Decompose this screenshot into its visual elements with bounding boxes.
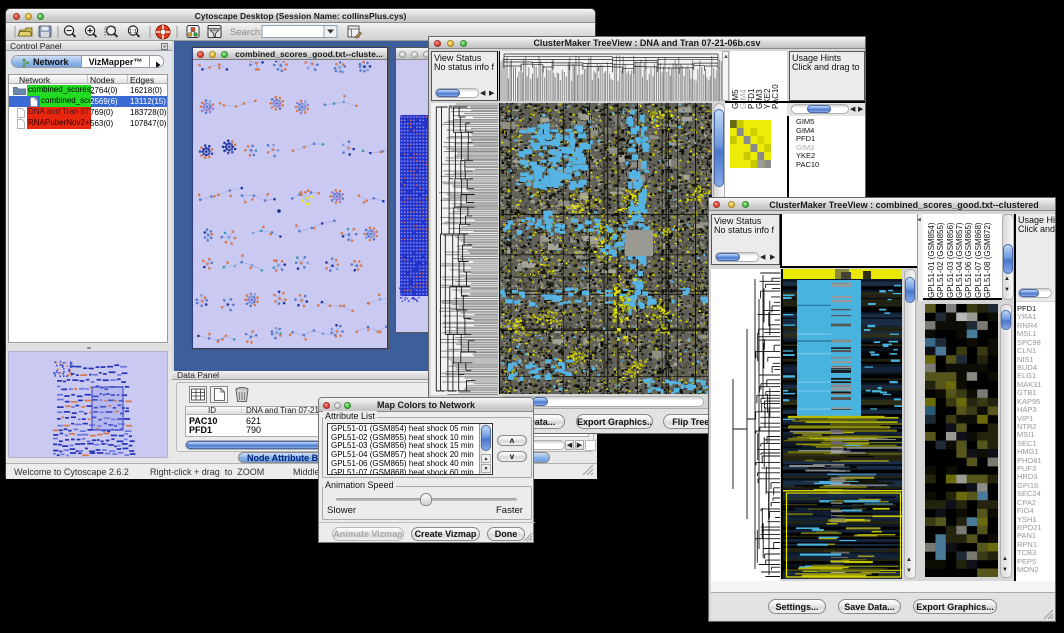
- svg-text:1:1: 1:1: [129, 29, 137, 35]
- svg-text:Search:: Search:: [230, 27, 263, 38]
